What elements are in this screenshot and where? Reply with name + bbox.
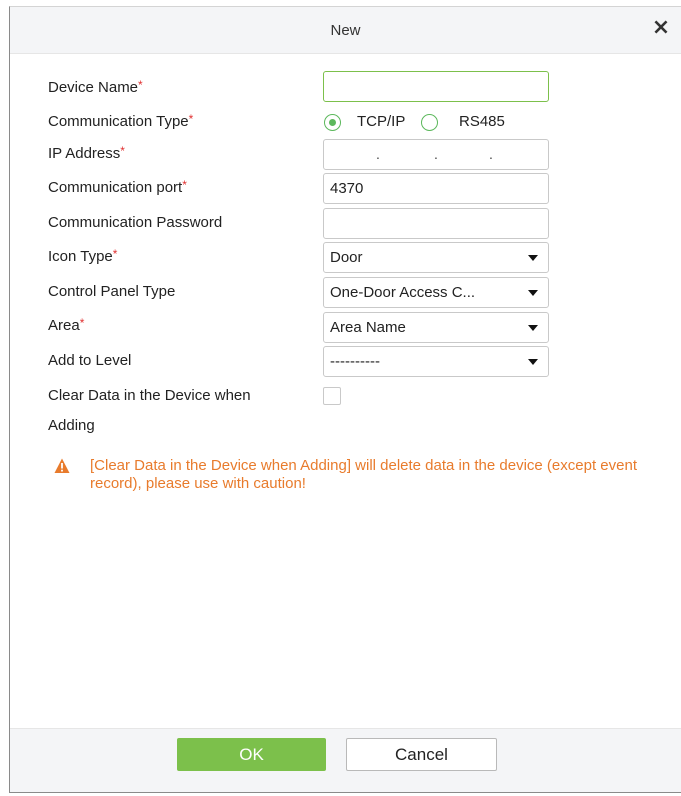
ip-separator: . [376, 146, 380, 162]
device-name-input[interactable] [323, 71, 549, 102]
communication-password-label: Communication Password [48, 214, 223, 231]
add-to-level-value: ---------- [330, 353, 380, 370]
ip-address-input[interactable]: . . . [323, 139, 549, 170]
chevron-down-icon [528, 290, 538, 296]
icon-type-label: Icon Type* [48, 247, 118, 265]
area-label: Area* [48, 316, 85, 334]
ip-address-label: IP Address* [48, 144, 125, 162]
rs485-radio[interactable] [421, 114, 438, 131]
warning-icon [54, 458, 70, 473]
tcp-ip-radio[interactable] [324, 114, 341, 131]
required-marker: * [120, 144, 125, 158]
add-to-level-select[interactable]: ---------- [323, 346, 549, 377]
area-value: Area Name [330, 319, 406, 336]
control-panel-type-value: One-Door Access C... [330, 284, 476, 301]
add-to-level-label: Add to Level [48, 352, 132, 369]
dialog-header: New × [10, 7, 681, 54]
rs485-radio-label[interactable]: RS485 [459, 113, 505, 130]
ip-address-label-text: IP Address [48, 145, 121, 162]
communication-port-label: Communication port* [48, 178, 187, 196]
required-marker: * [182, 178, 187, 192]
clear-data-checkbox[interactable] [323, 387, 341, 405]
device-name-label-text: Device Name [48, 79, 139, 96]
communication-type-label-text: Communication Type [48, 113, 189, 130]
communication-password-input[interactable] [323, 208, 549, 239]
tcp-ip-radio-label[interactable]: TCP/IP [357, 113, 405, 130]
required-marker: * [188, 112, 194, 126]
area-select[interactable]: Area Name [323, 312, 549, 343]
chevron-down-icon [528, 255, 538, 261]
chevron-down-icon [528, 359, 538, 365]
area-label-text: Area [48, 317, 80, 334]
required-marker: * [138, 78, 143, 92]
close-icon[interactable]: × [649, 16, 673, 40]
required-marker: * [79, 316, 85, 330]
communication-type-label: Communication Type* [48, 112, 194, 130]
icon-type-label-text: Icon Type [48, 248, 113, 265]
icon-type-value: Door [330, 249, 363, 266]
chevron-down-icon [528, 325, 538, 331]
ok-button[interactable]: OK [177, 738, 326, 771]
communication-port-input[interactable]: 4370 [323, 173, 549, 204]
warning-text: [Clear Data in the Device when Adding] w… [90, 457, 637, 492]
required-marker: * [112, 247, 118, 261]
ip-separator: . [489, 146, 493, 162]
communication-port-label-text: Communication port [48, 179, 183, 196]
ip-separator: . [434, 146, 438, 162]
dialog-title: New [330, 22, 361, 39]
icon-type-select[interactable]: Door [323, 242, 549, 273]
new-device-dialog: New × Device Name* Communication Type* T… [9, 6, 681, 793]
clear-data-label: Clear Data in the Device when [48, 387, 251, 404]
device-name-label: Device Name* [48, 78, 143, 96]
control-panel-type-select[interactable]: One-Door Access C... [323, 277, 549, 308]
control-panel-type-label: Control Panel Type [48, 283, 176, 300]
clear-data-label-line2: Adding [48, 417, 95, 434]
cancel-button[interactable]: Cancel [346, 738, 497, 771]
